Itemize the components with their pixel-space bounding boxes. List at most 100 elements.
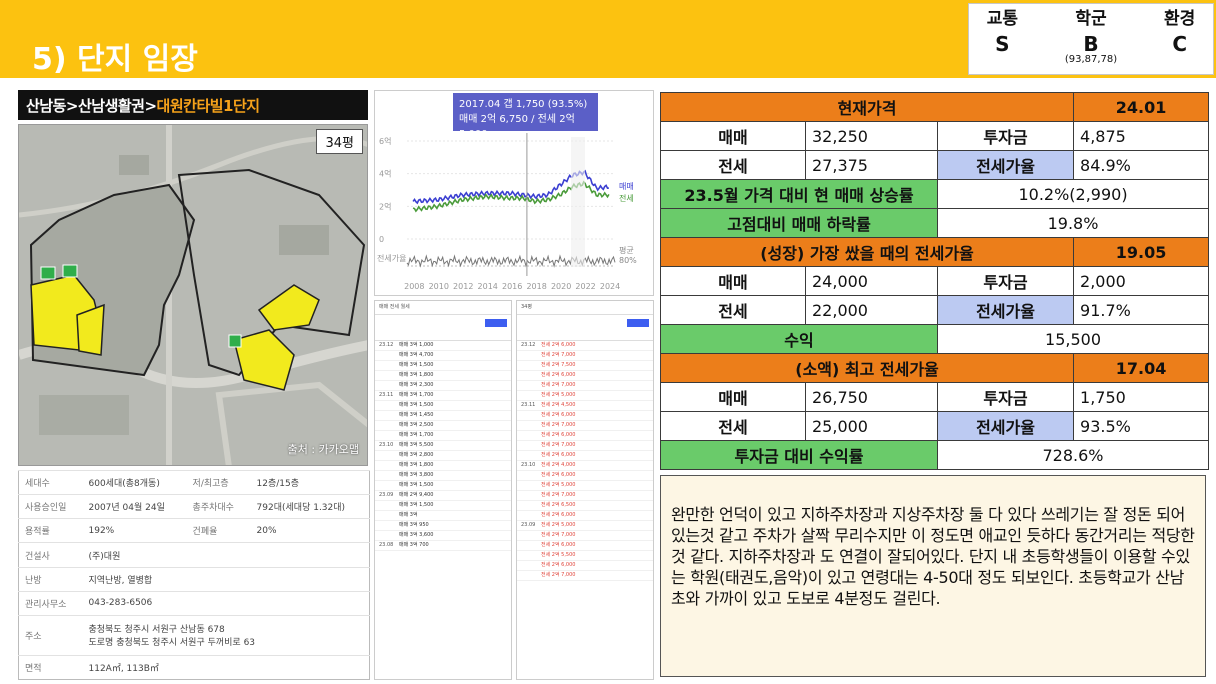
x-tick-label: 2008 (404, 282, 424, 291)
list-item-price: 매매 3억 2,300 (399, 382, 434, 388)
list-item-price: 매매 3억 1,450 (399, 412, 434, 418)
list-item[interactable]: 전세 2억 7,000 (517, 351, 653, 361)
current-price-date: 24.01 (1073, 92, 1210, 122)
list-item[interactable]: 전세 2억 7,500 (517, 361, 653, 371)
list-item[interactable]: 전세 2억 6,000 (517, 561, 653, 571)
list-item[interactable]: 전세 2억 6,000 (517, 371, 653, 381)
list-item[interactable]: 매매 3억 1,800 (375, 461, 511, 471)
x-tick-label: 2012 (453, 282, 473, 291)
list-item[interactable]: 전세 2억 7,000 (517, 441, 653, 451)
list-item[interactable]: 23.09 전세 2억 5,000 (517, 521, 653, 531)
list-item[interactable]: 23.10 전세 2억 4,000 (517, 461, 653, 471)
list-item[interactable]: 전세 2억 6,000 (517, 451, 653, 461)
cell-value: 27,375 (805, 150, 938, 180)
info-row: 주소 충청북도 청주시 서원구 산남동 678 도로명 충청북도 청주시 서원구 … (18, 614, 370, 656)
list-item[interactable]: 전세 2억 6,000 (517, 541, 653, 551)
list-item-price: 전세 2억 7,000 (541, 352, 576, 358)
building-marker (228, 334, 242, 348)
info-row: 사용승인일 2007년 04월 24일 총주차대수 792대(세대당 1.32대… (18, 494, 370, 519)
list-item[interactable]: 23.11 전세 2억 4,500 (517, 401, 653, 411)
info-key: 면적 (18, 654, 83, 680)
list-item[interactable]: 전세 2억 5,000 (517, 391, 653, 401)
list-item[interactable]: 매매 3억 1,500 (375, 481, 511, 491)
cell-value: 32,250 (805, 121, 938, 151)
list-item[interactable]: 전세 2억 6,000 (517, 411, 653, 421)
building-marker (62, 264, 78, 278)
list-item[interactable]: 매매 3억 3,600 (375, 531, 511, 541)
x-tick-label: 2022 (575, 282, 595, 291)
list-item[interactable]: 전세 2억 6,000 (517, 431, 653, 441)
info-row: 건설사 (주)대원 (18, 542, 370, 568)
growth-label: (성장) 가장 쌌을 때의 전세가율 (659, 237, 1075, 267)
list-item-price: 전세 2억 7,000 (541, 382, 576, 388)
list-item[interactable]: 매매 3억 1,500 (375, 401, 511, 411)
list-item-price: 전세 2억 6,000 (541, 512, 576, 518)
cell-label: 전세가율 (936, 295, 1075, 325)
filter-button[interactable] (485, 319, 507, 327)
info-key: 난방 (18, 566, 83, 592)
list-item-price: 전세 2억 7,000 (541, 492, 576, 498)
rise-label: 23.5월 가격 대비 현 매매 상승률 (660, 179, 938, 209)
series-label: 80% (619, 256, 637, 265)
map-block (279, 225, 329, 255)
list-item[interactable]: 매매 3억 3,800 (375, 471, 511, 481)
list-item[interactable]: 23.12 전세 2억 6,000 (517, 341, 653, 351)
drop-value: 19.8% (936, 208, 1210, 238)
list-item[interactable]: 전세 2억 7,000 (517, 421, 653, 431)
cell-label: 매매 (660, 382, 806, 412)
list-item-date: 23.12 (521, 342, 536, 348)
list-item[interactable]: 매매 3억 2,300 (375, 381, 511, 391)
list-item-price: 매매 3억 5,500 (399, 442, 434, 448)
list-item-date: 23.09 (521, 522, 536, 528)
list-item-price: 전세 2억 6,000 (541, 452, 576, 458)
list-item-price: 전세 2억 5,000 (541, 392, 576, 398)
list-item[interactable]: 전세 2억 7,000 (517, 571, 653, 581)
transaction-list-sale[interactable]: 매매 전세 월세 23.12 매매 3억 1,000 매매 3억 4,700 매매 3… (374, 300, 512, 680)
grade-table: 교통 학군 환경 S B (93,87,78) C (968, 3, 1214, 75)
list-item[interactable]: 전세 2억 7,000 (517, 491, 653, 501)
list-item-price: 전세 2억 5,500 (541, 552, 576, 558)
list-item-date: 23.11 (379, 392, 394, 398)
list-item[interactable]: 매매 3억 1,500 (375, 361, 511, 371)
list-item[interactable]: 23.08 매매 3억 700 (375, 541, 511, 551)
list-item[interactable]: 매매 3억 1,700 (375, 431, 511, 441)
complex-map[interactable]: 34평 출처 : 카카오맵 (18, 124, 368, 466)
cell-value: 24,000 (805, 266, 938, 296)
list-item-price: 매매 3억 4,700 (399, 352, 434, 358)
list-item-price: 매매 3억 1,000 (399, 342, 434, 348)
list-item[interactable]: 매매 3억 1,500 (375, 501, 511, 511)
list-item[interactable]: 전세 2억 6,000 (517, 471, 653, 481)
list-item[interactable]: 전세 2억 7,000 (517, 531, 653, 541)
list-item-date: 23.10 (521, 462, 536, 468)
list-item[interactable]: 매매 3억 950 (375, 521, 511, 531)
list-item[interactable]: 매매 3억 1,800 (375, 371, 511, 381)
y-tick-label: 6억 (379, 136, 391, 146)
list-item[interactable]: 매매 3억 2,800 (375, 451, 511, 461)
list-item[interactable]: 전세 2억 7,000 (517, 381, 653, 391)
list-item-price: 전세 2억 7,000 (541, 422, 576, 428)
list-item[interactable]: 전세 2억 5,500 (517, 551, 653, 561)
filter-button[interactable] (627, 319, 649, 327)
breadcrumb: 산남동>산남생활권>대원칸타빌1단지 (18, 90, 368, 120)
list-item[interactable]: 매매 3억 2,500 (375, 421, 511, 431)
cell-value: 2,000 (1073, 266, 1210, 296)
list-item[interactable]: 23.11 매매 3억 1,700 (375, 391, 511, 401)
list-item-price: 전세 2억 4,000 (541, 462, 576, 468)
size-badge: 34평 (316, 129, 363, 154)
list-item[interactable]: 23.09 매매 2억 9,400 (375, 491, 511, 501)
list-item[interactable]: 전세 2억 5,000 (517, 481, 653, 491)
map-block (119, 155, 149, 175)
list-item[interactable]: 전세 2억 6,000 (517, 511, 653, 521)
list-item[interactable]: 23.12 매매 3억 1,000 (375, 341, 511, 351)
list-item[interactable]: 매매 3억 (375, 511, 511, 521)
transaction-list-jeonse[interactable]: 34평 23.12 전세 2억 6,000 전세 2억 7,000 전세 2억 7,5… (516, 300, 654, 680)
price-chart[interactable]: 6억 4억 2억 0 2008 2010 2012 2014 2016 2018 2020 2022 2… (374, 90, 654, 296)
list-item-price: 매매 3억 2,800 (399, 452, 434, 458)
list-item-price: 전세 2억 4,500 (541, 402, 576, 408)
page-title: 5) 단지 임장 (32, 42, 198, 77)
list-item[interactable]: 매매 3억 1,450 (375, 411, 511, 421)
list-item-price: 전세 2억 7,000 (541, 532, 576, 538)
list-item[interactable]: 전세 2억 6,500 (517, 501, 653, 511)
list-item[interactable]: 23.10 매매 3억 5,500 (375, 441, 511, 451)
list-item[interactable]: 매매 3억 4,700 (375, 351, 511, 361)
